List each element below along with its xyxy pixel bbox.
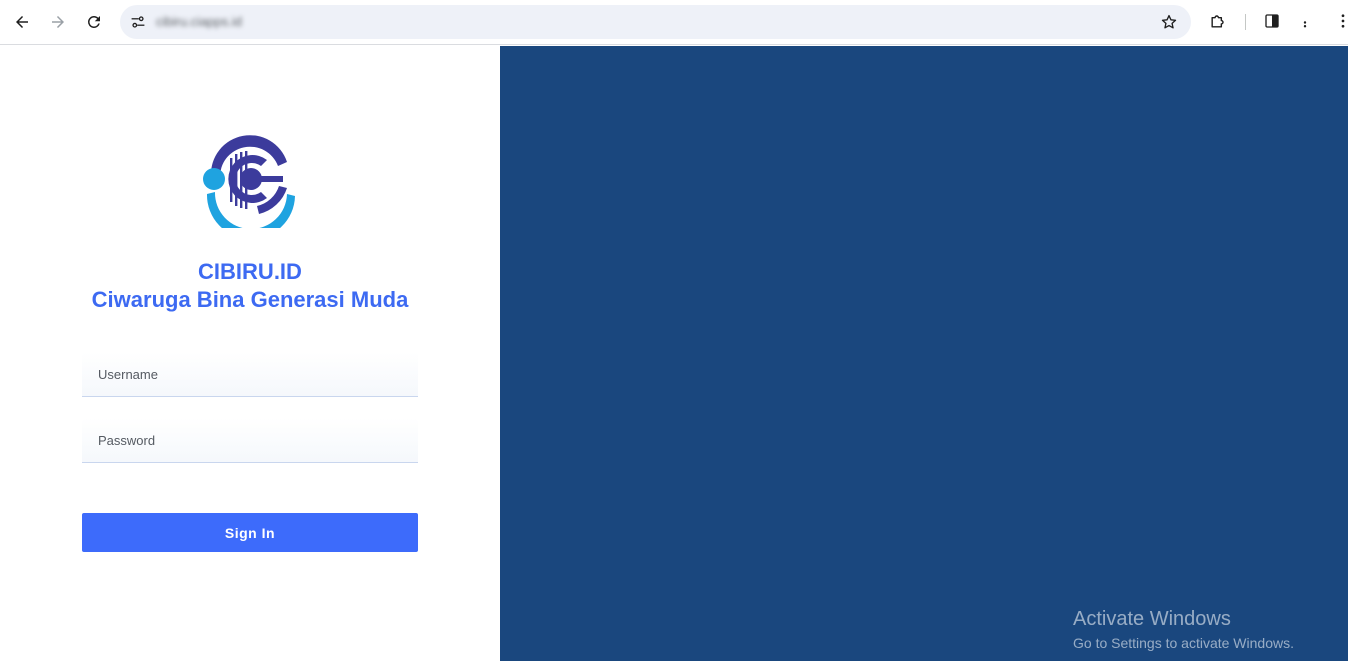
kebab-menu-icon[interactable] (1331, 9, 1348, 33)
activate-windows-title: Activate Windows (1073, 608, 1231, 630)
username-input[interactable] (82, 352, 418, 397)
puzzle-icon[interactable] (1206, 9, 1230, 33)
login-panel: CIBIRU.ID Ciwaruga Bina Generasi Muda Si… (0, 46, 500, 661)
more-dots-icon[interactable] (1293, 9, 1317, 33)
address-bar[interactable]: cibiru.ciapps.id (120, 5, 1191, 39)
arrow-right-icon (52, 16, 64, 28)
reload-button[interactable] (80, 8, 108, 36)
cibiru-logo (203, 135, 295, 228)
back-button[interactable] (8, 8, 36, 36)
arrow-left-icon (16, 16, 28, 28)
password-input[interactable] (82, 418, 418, 463)
activate-windows-subtitle: Go to Settings to activate Windows. (1073, 635, 1294, 651)
site-settings-icon[interactable] (128, 12, 148, 32)
side-panel-icon[interactable] (1260, 9, 1284, 33)
reload-icon (87, 15, 100, 28)
url-text: cibiru.ciapps.id (156, 14, 242, 29)
toolbar-divider (1245, 14, 1246, 30)
brand-title: CIBIRU.ID (198, 259, 302, 284)
brand-subtitle: Ciwaruga Bina Generasi Muda (91, 287, 409, 312)
forward-button[interactable] (44, 8, 72, 36)
hero-panel: Activate Windows Go to Settings to activ… (500, 46, 1348, 661)
browser-toolbar: cibiru.ciapps.id (0, 0, 1348, 45)
star-icon[interactable] (1159, 12, 1179, 32)
sign-in-button[interactable]: Sign In (82, 513, 418, 552)
